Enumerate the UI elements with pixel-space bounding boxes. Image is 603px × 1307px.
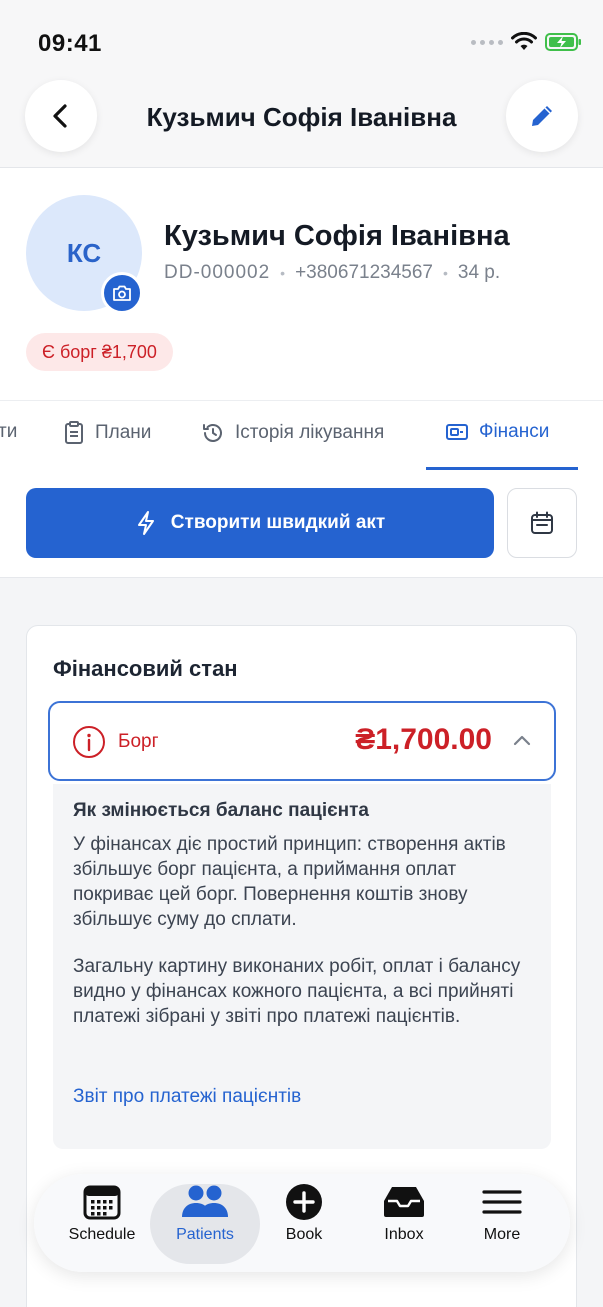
inbox-tray-icon (384, 1187, 424, 1217)
patient-id: DD-000002 (164, 262, 271, 283)
calendar-icon (531, 511, 553, 534)
status-bar: 09:41 (0, 0, 603, 80)
chevron-up-icon (513, 735, 531, 746)
tab-treatment-history[interactable]: Історія лікування (201, 421, 384, 445)
payments-report-link[interactable]: Звіт про платежі пацієнтів (73, 1086, 301, 1108)
tab-label: Історія лікування (235, 422, 385, 443)
create-quick-act-label: Створити швидкий акт (170, 512, 386, 533)
page-title: Кузьмич Софія Іванівна (146, 102, 457, 132)
actions-row: Створити швидкий акт (0, 470, 603, 578)
clipboard-icon (65, 421, 83, 444)
nav-inbox[interactable]: Inbox (349, 1184, 459, 1264)
tab-finances[interactable]: Фінанси (445, 421, 549, 443)
nav-label: Schedule (68, 1226, 136, 1243)
nav-label: Patients (176, 1226, 234, 1243)
camera-icon (113, 285, 131, 301)
chevron-left-icon (53, 104, 67, 128)
tab-plans[interactable]: Плани (63, 421, 151, 445)
explanation-paragraph: Загальну картину виконаних робіт, оплат … (73, 956, 521, 1027)
edit-button[interactable] (506, 80, 578, 152)
status-icons (471, 32, 583, 52)
nav-label: More (483, 1226, 521, 1243)
history-icon (203, 424, 222, 442)
patient-age: 34 р. (457, 262, 501, 283)
lightning-icon (137, 511, 154, 535)
patient-profile: КС Кузьмич Софія Іванівна DD-000002 • +3… (0, 168, 603, 400)
nav-more[interactable]: More (447, 1184, 557, 1264)
debt-amount: ₴1,700.00 (355, 723, 492, 756)
signal-dots-icon (471, 39, 503, 45)
patient-name: Кузьмич Софія Іванівна (164, 220, 510, 252)
menu-icon (482, 1190, 522, 1214)
change-photo-button[interactable] (101, 272, 143, 314)
pencil-icon (532, 106, 552, 126)
nav-schedule[interactable]: Schedule (47, 1184, 157, 1264)
nav-book[interactable]: Book (249, 1184, 359, 1264)
tab-label: Фінанси (479, 421, 550, 442)
nav-label: Book (285, 1226, 323, 1243)
alert-info-icon (73, 726, 105, 758)
tab-label: ти (0, 421, 18, 442)
wifi-icon (511, 32, 537, 50)
plus-circle-icon (286, 1184, 322, 1220)
tab-partial[interactable]: ти (0, 421, 17, 443)
calendar-grid-icon (83, 1185, 121, 1220)
create-quick-act-button[interactable]: Створити швидкий акт (26, 488, 494, 558)
bottom-tab-bar: Schedule Patients Book Inbox More (34, 1174, 570, 1272)
debt-badge: Є борг ₴1,700 (26, 333, 173, 371)
explanation-title: Як змінюється баланс пацієнта (73, 800, 369, 821)
nav-patients[interactable]: Patients (150, 1184, 260, 1264)
debt-label: Борг (118, 731, 159, 752)
patient-tabs: ти Плани Історія лікування Фінанси (0, 400, 603, 470)
status-time: 09:41 (38, 30, 102, 57)
tab-label: Плани (95, 422, 152, 443)
calendar-button[interactable] (507, 488, 577, 558)
back-button[interactable] (25, 80, 97, 152)
balance-explanation: Як змінюється баланс пацієнта У фінансах… (53, 784, 551, 1149)
finance-card-title: Фінансовий стан (53, 656, 238, 681)
finance-card-icon (446, 424, 468, 440)
nav-label: Inbox (384, 1226, 424, 1243)
app-header: Кузьмич Софія Іванівна (0, 80, 603, 168)
patient-phone[interactable]: +380671234567 (295, 262, 433, 284)
meta-separator: • (442, 265, 448, 281)
meta-separator: • (280, 265, 286, 281)
debt-accordion-header[interactable]: Борг ₴1,700.00 (48, 701, 556, 781)
battery-charging-icon (545, 33, 581, 51)
patient-meta: DD-000002 • +380671234567 • 34 р. (164, 262, 500, 284)
explanation-paragraph: У фінансах діє простий принцип: створенн… (73, 834, 506, 930)
people-icon (182, 1185, 228, 1217)
